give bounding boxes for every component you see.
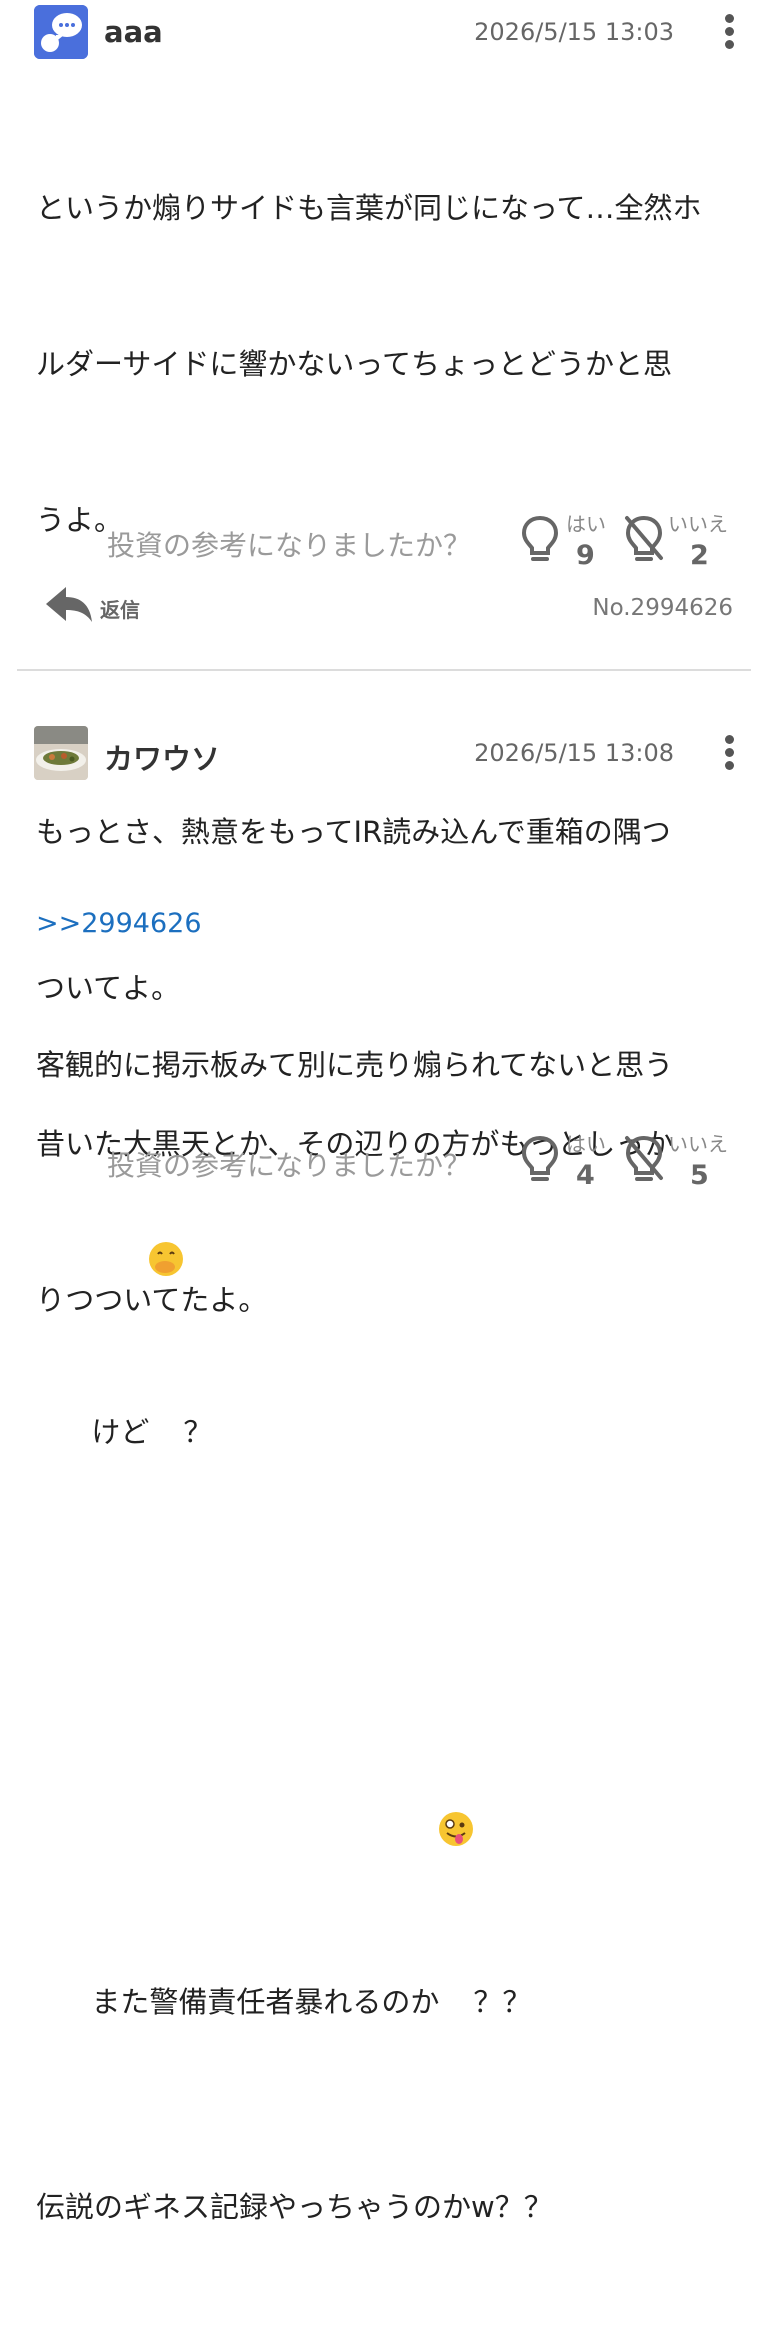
reply-arrow-icon — [46, 587, 92, 622]
post-number: No.2994626 — [592, 595, 733, 621]
post-timestamp: 2026/5/15 13:03 — [474, 18, 674, 46]
lightbulb-off-icon[interactable] — [624, 514, 664, 564]
username[interactable]: カワウソ — [104, 736, 220, 778]
username[interactable]: aaa — [104, 15, 163, 49]
lightbulb-icon[interactable] — [520, 1134, 560, 1184]
reply-label: 返信 — [100, 598, 140, 622]
zany-face-icon — [439, 1812, 474, 1846]
no-count: 2 — [690, 540, 709, 571]
face-with-hand-over-mouth-icon — [149, 1242, 184, 1276]
post-header: aaa 2026/5/15 13:03 — [0, 0, 768, 60]
body-line: 伝説のギネス記録やっちゃうのかw？？ — [36, 2190, 553, 2224]
more-options-icon[interactable] — [720, 733, 740, 773]
speech-bubble-icon — [34, 5, 88, 59]
body-line: 客観的に掲示板みて別に売り煽られてないと思う — [36, 1048, 674, 1082]
no-label: いいえ — [668, 1132, 728, 1156]
no-count: 5 — [690, 1160, 709, 1191]
more-options-icon[interactable] — [720, 12, 740, 52]
post-body: >>2994626 客観的に掲示板みて別に売り煽られてないと思う けど ？ また… — [36, 808, 736, 2328]
body-line: ルダーサイドに響かないってちょっとどうかと思 — [36, 347, 672, 381]
avatar[interactable] — [34, 726, 88, 780]
post-item: カワウソ 2026/5/15 13:08 >>2994626 客観的に掲示板みて… — [0, 700, 768, 2224]
post-timestamp: 2026/5/15 13:08 — [474, 739, 674, 767]
post-2994626: aaa 2026/5/15 13:03 というか煽りサイドも言葉が同じになって…… — [0, 0, 768, 1317]
yes-label: はい — [566, 512, 606, 536]
avatar[interactable] — [34, 5, 88, 59]
post-divider — [17, 669, 751, 671]
no-label: いいえ — [668, 512, 728, 536]
lightbulb-icon[interactable] — [520, 514, 560, 564]
yes-count: 4 — [576, 1160, 595, 1191]
body-text-segment: ？？ — [473, 1985, 532, 2019]
food-photo-icon — [34, 726, 88, 780]
yes-count: 9 — [576, 540, 595, 571]
reply-anchor-link[interactable]: >>2994626 — [36, 904, 736, 944]
lightbulb-off-icon[interactable] — [624, 1134, 664, 1184]
vote-row: 投資の参考になりましたか？ はい 9 いいえ 2 — [0, 500, 768, 580]
body-line: というか煽りサイドも言葉が同じになって…全然ホ — [36, 191, 702, 225]
reply-button[interactable]: 返信 — [44, 582, 164, 632]
post-header: カワウソ 2026/5/15 13:08 — [0, 700, 768, 780]
body-text-segment: また警備責任者暴れるのか — [91, 1985, 440, 2019]
body-line — [36, 650, 736, 702]
body-text-segment: ？ — [183, 1415, 213, 1449]
body-line: けど ？ — [36, 1186, 736, 1516]
yes-label: はい — [566, 1132, 606, 1156]
body-line: また警備責任者暴れるのか ？？ — [36, 1756, 736, 2086]
vote-question: 投資の参考になりましたか？ — [107, 1149, 472, 1182]
vote-question: 投資の参考になりましたか？ — [107, 529, 472, 562]
body-text-segment: けど — [91, 1415, 150, 1449]
vote-row: 投資の参考になりましたか？ はい 4 いいえ 5 — [0, 1120, 768, 1200]
body-line — [36, 1612, 736, 1660]
